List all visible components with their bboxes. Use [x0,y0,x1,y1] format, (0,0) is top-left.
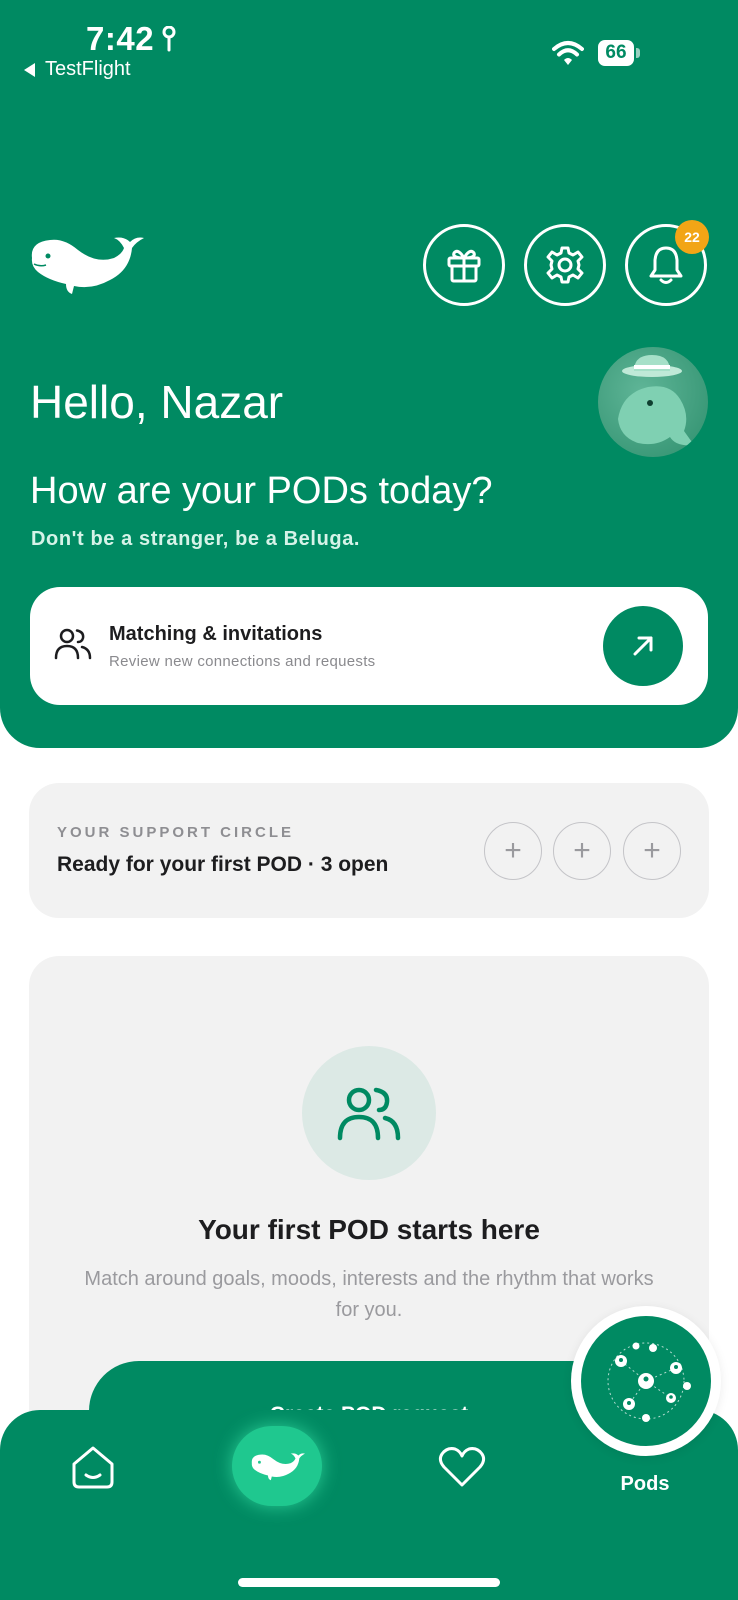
notification-badge: 22 [675,220,709,254]
gift-button[interactable] [423,224,505,306]
back-app-label: TestFlight [45,58,131,80]
page-subtitle: How are your PODs today? [30,470,493,512]
wifi-icon [552,41,584,65]
battery-indicator: 66 [598,40,634,66]
empty-state-icon-circle [302,1046,436,1180]
settings-button[interactable] [524,224,606,306]
tagline: Don't be a stranger, be a Beluga. [31,528,361,550]
beluga-tab-button[interactable] [232,1426,322,1506]
matching-title: Matching & invitations [109,623,323,645]
people-icon [54,628,92,660]
matching-subtitle: Review new connections and requests [109,653,376,670]
status-time: 7:42 [86,20,155,57]
open-matching-button[interactable] [603,606,683,686]
battery-tip [636,48,640,58]
gear-icon [546,246,584,284]
beluga-logo-icon [31,237,144,294]
add-member-slot[interactable]: + [623,822,681,880]
matching-invitations-card[interactable]: Matching & invitations Review new connec… [30,587,708,705]
support-circle-card: YOUR SUPPORT CIRCLE Ready for your first… [29,783,709,918]
empty-state-title: Your first POD starts here [198,1214,540,1245]
back-to-app-link[interactable]: TestFlight [24,58,131,81]
pods-tab-button[interactable] [571,1306,721,1456]
add-member-slot[interactable]: + [484,822,542,880]
people-icon [337,1087,401,1141]
support-circle-label: YOUR SUPPORT CIRCLE [57,824,295,841]
arrow-up-right-icon [633,636,653,656]
beluga-avatar-icon [618,355,694,446]
gift-icon [447,249,481,283]
greeting: Hello, Nazar [30,376,284,428]
heart-tab-icon[interactable] [437,1445,487,1489]
home-tab-icon[interactable] [70,1444,116,1490]
bell-icon [649,246,683,284]
location-icon [162,26,176,52]
home-indicator [238,1578,500,1587]
beluga-icon [251,1453,305,1481]
pods-tab-label[interactable]: Pods [590,1473,700,1496]
back-arrow-icon [24,62,35,77]
empty-state-description: Match around goals, moods, interests and… [84,1268,654,1321]
add-member-slot[interactable]: + [553,822,611,880]
pods-network-icon [581,1316,711,1446]
header-panel: 7:42 TestFlight 66 22 Hello, Nazar How a… [0,0,738,748]
avatar[interactable] [598,347,708,457]
support-circle-status: Ready for your first POD · 3 open [57,853,389,876]
